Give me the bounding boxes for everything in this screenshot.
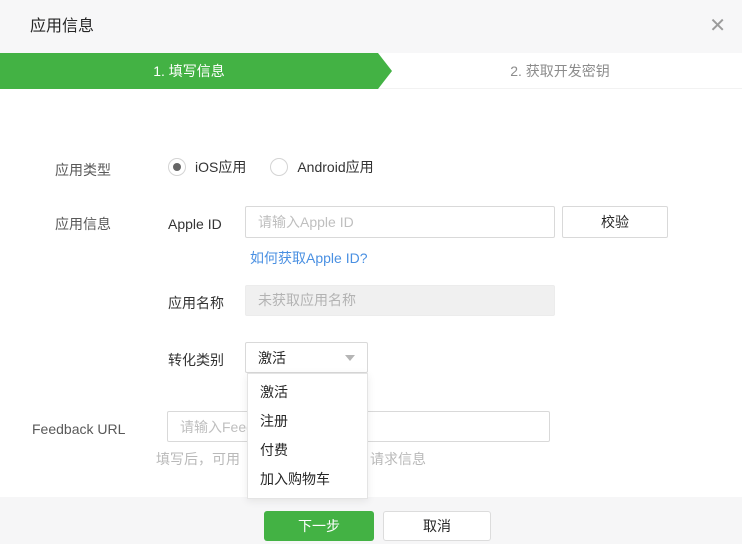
dropdown-option-pay[interactable]: 付费 bbox=[248, 436, 367, 465]
next-step-button[interactable]: 下一步 bbox=[264, 511, 374, 541]
conversion-type-label: 转化类别 bbox=[168, 352, 224, 368]
cancel-button[interactable]: 取消 bbox=[383, 511, 491, 541]
dropdown-option-register[interactable]: 注册 bbox=[248, 407, 367, 436]
app-type-radio-group: iOS应用 Android应用 bbox=[168, 157, 374, 177]
step-arrow-icon bbox=[378, 53, 392, 89]
dialog-title: 应用信息 bbox=[30, 18, 95, 35]
wizard-stepper: 2. 获取开发密钥 1. 填写信息 bbox=[0, 53, 742, 89]
app-name-disabled-input: 未获取应用名称 bbox=[245, 285, 555, 316]
radio-selected-icon bbox=[168, 158, 186, 176]
verify-button[interactable]: 校验 bbox=[562, 206, 668, 238]
chevron-down-icon bbox=[345, 354, 355, 361]
feedback-url-label: Feedback URL bbox=[32, 421, 126, 437]
select-value: 激活 bbox=[258, 349, 286, 366]
feedback-helper-suffix: 请求信息 bbox=[370, 451, 426, 467]
step-2-get-dev-key: 2. 获取开发密钥 bbox=[378, 53, 742, 89]
conversion-type-dropdown: 激活 注册 付费 加入购物车 bbox=[247, 373, 368, 499]
radio-android-label: Android应用 bbox=[297, 159, 374, 175]
how-to-get-apple-id-link[interactable]: 如何获取Apple ID? bbox=[250, 248, 367, 268]
app-info-dialog: 应用信息 ✕ 2. 获取开发密钥 1. 填写信息 应用类型 iOS应用 Andr… bbox=[0, 0, 742, 551]
radio-ios-app[interactable]: iOS应用 bbox=[168, 157, 246, 177]
app-name-label: 应用名称 bbox=[168, 295, 224, 311]
dialog-header: 应用信息 ✕ bbox=[0, 0, 742, 53]
feedback-helper-prefix: 填写后，可用 bbox=[156, 451, 240, 467]
radio-android-app[interactable]: Android应用 bbox=[270, 157, 374, 177]
close-icon[interactable]: ✕ bbox=[709, 14, 726, 38]
app-info-label: 应用信息 bbox=[55, 216, 111, 232]
conversion-type-select[interactable]: 激活 bbox=[245, 342, 368, 373]
radio-ios-label: iOS应用 bbox=[195, 159, 247, 175]
dropdown-option-add-to-cart[interactable]: 加入购物车 bbox=[248, 465, 367, 494]
app-type-label: 应用类型 bbox=[55, 162, 111, 178]
apple-id-label: Apple ID bbox=[168, 216, 222, 232]
step-1-fill-info: 1. 填写信息 bbox=[0, 53, 378, 89]
apple-id-input[interactable] bbox=[245, 206, 555, 238]
dropdown-option-activate[interactable]: 激活 bbox=[248, 378, 367, 407]
radio-unselected-icon bbox=[270, 158, 289, 176]
